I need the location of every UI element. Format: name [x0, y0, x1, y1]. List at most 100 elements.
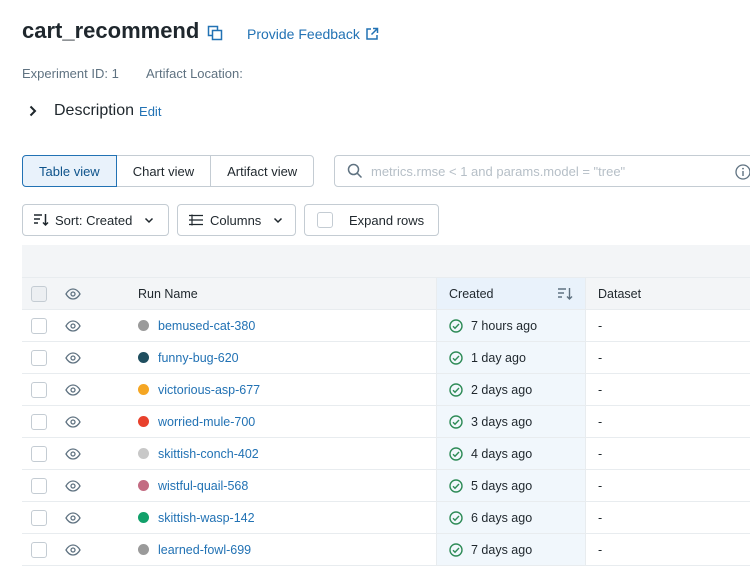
sort-dropdown[interactable]: Sort: Created — [22, 204, 169, 236]
eye-icon[interactable] — [65, 351, 81, 364]
dataset-cell: - — [598, 510, 603, 525]
row-checkbox[interactable] — [31, 477, 47, 494]
description-section: Description Edit — [26, 102, 161, 120]
run-color-dot[interactable] — [138, 416, 149, 427]
sort-icon — [34, 214, 49, 227]
created-time: 6 days ago — [471, 510, 533, 525]
check-circle-icon — [449, 382, 463, 397]
table-row[interactable]: funny-bug-620 1 day ago - — [22, 342, 750, 374]
created-time: 5 days ago — [471, 478, 533, 493]
columns-label: Columns — [210, 212, 262, 228]
expand-rows-checkbox[interactable] — [317, 212, 333, 228]
columns-icon — [189, 214, 203, 226]
run-color-dot[interactable] — [138, 512, 149, 523]
table-group-header — [22, 245, 750, 278]
eye-icon[interactable] — [65, 319, 81, 332]
table-row[interactable]: skittish-conch-402 4 days ago - — [22, 438, 750, 470]
run-name-link[interactable]: wistful-quail-568 — [158, 479, 248, 493]
search-input[interactable] — [371, 163, 731, 179]
chevron-right-icon[interactable] — [26, 104, 40, 118]
run-color-dot[interactable] — [138, 352, 149, 363]
run-name-link[interactable]: skittish-conch-402 — [158, 447, 259, 461]
chevron-down-icon — [145, 217, 154, 224]
experiment-id: Experiment ID: 1 — [22, 66, 119, 81]
table-row[interactable]: skittish-wasp-142 6 days ago - — [22, 502, 750, 534]
table-row[interactable]: victorious-asp-677 2 days ago - — [22, 374, 750, 406]
row-checkbox[interactable] — [31, 541, 47, 558]
run-name-link[interactable]: worried-mule-700 — [158, 415, 255, 429]
run-color-dot[interactable] — [138, 448, 149, 459]
expand-rows-label: Expand rows — [349, 212, 425, 228]
run-color-dot[interactable] — [138, 480, 149, 491]
info-icon[interactable] — [735, 164, 750, 180]
tab-chart-view[interactable]: Chart view — [115, 155, 212, 187]
created-time: 1 day ago — [471, 350, 526, 365]
check-circle-icon — [449, 414, 463, 429]
check-circle-icon — [449, 510, 463, 525]
created-time: 2 days ago — [471, 382, 533, 397]
provide-feedback-link[interactable]: Provide Feedback — [247, 26, 379, 42]
dataset-cell: - — [598, 318, 603, 333]
run-name-link[interactable]: funny-bug-620 — [158, 351, 239, 365]
column-header-created-label: Created — [449, 286, 494, 301]
copy-icon[interactable] — [207, 25, 223, 41]
created-time: 7 hours ago — [471, 318, 538, 333]
run-color-dot[interactable] — [138, 384, 149, 395]
eye-icon[interactable] — [65, 383, 81, 396]
eye-icon[interactable] — [65, 543, 81, 556]
created-time: 4 days ago — [471, 446, 533, 461]
eye-icon[interactable] — [65, 447, 81, 460]
column-header-dataset[interactable]: Dataset — [586, 278, 641, 309]
edit-description-link[interactable]: Edit — [139, 104, 161, 119]
dataset-cell: - — [598, 542, 603, 557]
view-mode-tabs: Table view Chart view Artifact view — [22, 155, 315, 187]
run-name-link[interactable]: victorious-asp-677 — [158, 383, 260, 397]
dataset-cell: - — [598, 382, 603, 397]
eye-icon[interactable] — [65, 511, 81, 524]
row-checkbox[interactable] — [31, 445, 47, 462]
check-circle-icon — [449, 478, 463, 493]
table-row[interactable]: learned-fowl-699 7 days ago - — [22, 534, 750, 566]
column-header-created[interactable]: Created — [436, 278, 586, 309]
check-circle-icon — [449, 350, 463, 365]
external-link-icon — [366, 27, 379, 40]
expand-rows-toggle[interactable]: Expand rows — [304, 204, 439, 236]
check-circle-icon — [449, 318, 463, 333]
row-checkbox[interactable] — [31, 317, 47, 334]
run-name-link[interactable]: skittish-wasp-142 — [158, 511, 255, 525]
row-checkbox[interactable] — [31, 413, 47, 430]
row-checkbox[interactable] — [31, 349, 47, 366]
select-all-checkbox[interactable] — [31, 285, 47, 302]
table-header: Run Name Created Dataset — [22, 278, 750, 310]
dataset-cell: - — [598, 478, 603, 493]
table-row[interactable]: wistful-quail-568 5 days ago - — [22, 470, 750, 502]
column-header-run-name[interactable]: Run Name — [138, 278, 198, 309]
table-row[interactable]: bemused-cat-380 7 hours ago - — [22, 310, 750, 342]
page-title: cart_recommend — [22, 18, 200, 43]
description-label: Description — [54, 102, 135, 119]
table-row[interactable]: worried-mule-700 3 days ago - — [22, 406, 750, 438]
dataset-cell: - — [598, 446, 603, 461]
sort-descending-icon[interactable] — [557, 287, 573, 301]
run-color-dot[interactable] — [138, 544, 149, 555]
eye-icon[interactable] — [65, 287, 81, 300]
tab-artifact-view[interactable]: Artifact view — [210, 155, 315, 187]
check-circle-icon — [449, 446, 463, 461]
dataset-cell: - — [598, 350, 603, 365]
tab-table-view[interactable]: Table view — [22, 155, 117, 187]
eye-icon[interactable] — [65, 479, 81, 492]
columns-dropdown[interactable]: Columns — [177, 204, 296, 236]
eye-icon[interactable] — [65, 415, 81, 428]
run-color-dot[interactable] — [138, 320, 149, 331]
search-box — [334, 155, 750, 187]
run-name-link[interactable]: learned-fowl-699 — [158, 543, 251, 557]
row-checkbox[interactable] — [31, 381, 47, 398]
dataset-cell: - — [598, 414, 603, 429]
search-icon — [347, 163, 363, 179]
table-body: bemused-cat-380 7 hours ago - funny-bug-… — [22, 310, 750, 566]
run-name-link[interactable]: bemused-cat-380 — [158, 319, 255, 333]
created-time: 7 days ago — [471, 542, 533, 557]
row-checkbox[interactable] — [31, 509, 47, 526]
runs-table: Run Name Created Dataset bemused-cat-380 — [22, 245, 750, 566]
sort-label: Sort: Created — [55, 212, 133, 228]
